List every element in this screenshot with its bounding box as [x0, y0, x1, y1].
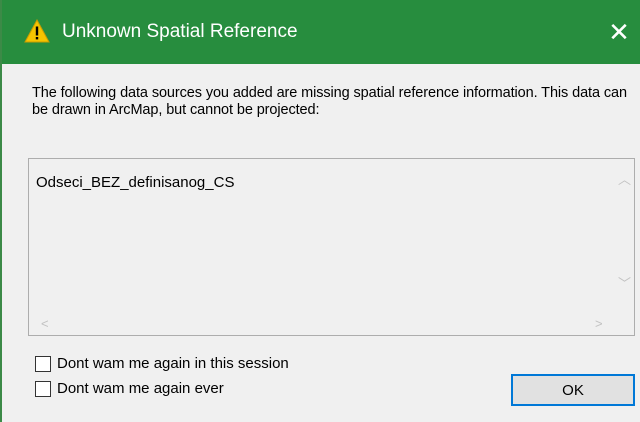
horizontal-scrollbar[interactable]: < >	[29, 313, 634, 335]
close-button[interactable]: ✕	[596, 0, 640, 64]
message-text: The following data sources you added are…	[32, 85, 627, 118]
checkbox-label: Dont wam me again in this session	[57, 355, 289, 372]
warn-session-checkbox[interactable]	[35, 355, 51, 372]
checkbox-label: Dont wam me again ever	[57, 380, 224, 397]
scroll-left-icon[interactable]: <	[41, 317, 49, 330]
vertical-scrollbar[interactable]: ︿ ﹀	[612, 159, 634, 313]
scroll-right-icon[interactable]: >	[595, 317, 603, 330]
dialog-window: Unknown Spatial Reference ✕ The followin…	[0, 0, 640, 422]
dialog-title: Unknown Spatial Reference	[62, 21, 298, 42]
scroll-up-icon[interactable]: ︿	[618, 173, 631, 186]
data-source-list[interactable]: Odseci_BEZ_definisanog_CS ︿ ﹀ < >	[28, 158, 635, 336]
list-item[interactable]: Odseci_BEZ_definisanog_CS	[36, 174, 234, 191]
warning-icon	[24, 19, 50, 43]
checkbox-row-session[interactable]: Dont wam me again in this session	[35, 355, 289, 372]
title-bar[interactable]: Unknown Spatial Reference ✕	[2, 0, 640, 64]
checkbox-row-ever[interactable]: Dont wam me again ever	[35, 380, 224, 397]
warn-ever-checkbox[interactable]	[35, 380, 51, 397]
scroll-down-icon[interactable]: ﹀	[618, 277, 631, 290]
ok-button[interactable]: OK	[511, 374, 635, 406]
